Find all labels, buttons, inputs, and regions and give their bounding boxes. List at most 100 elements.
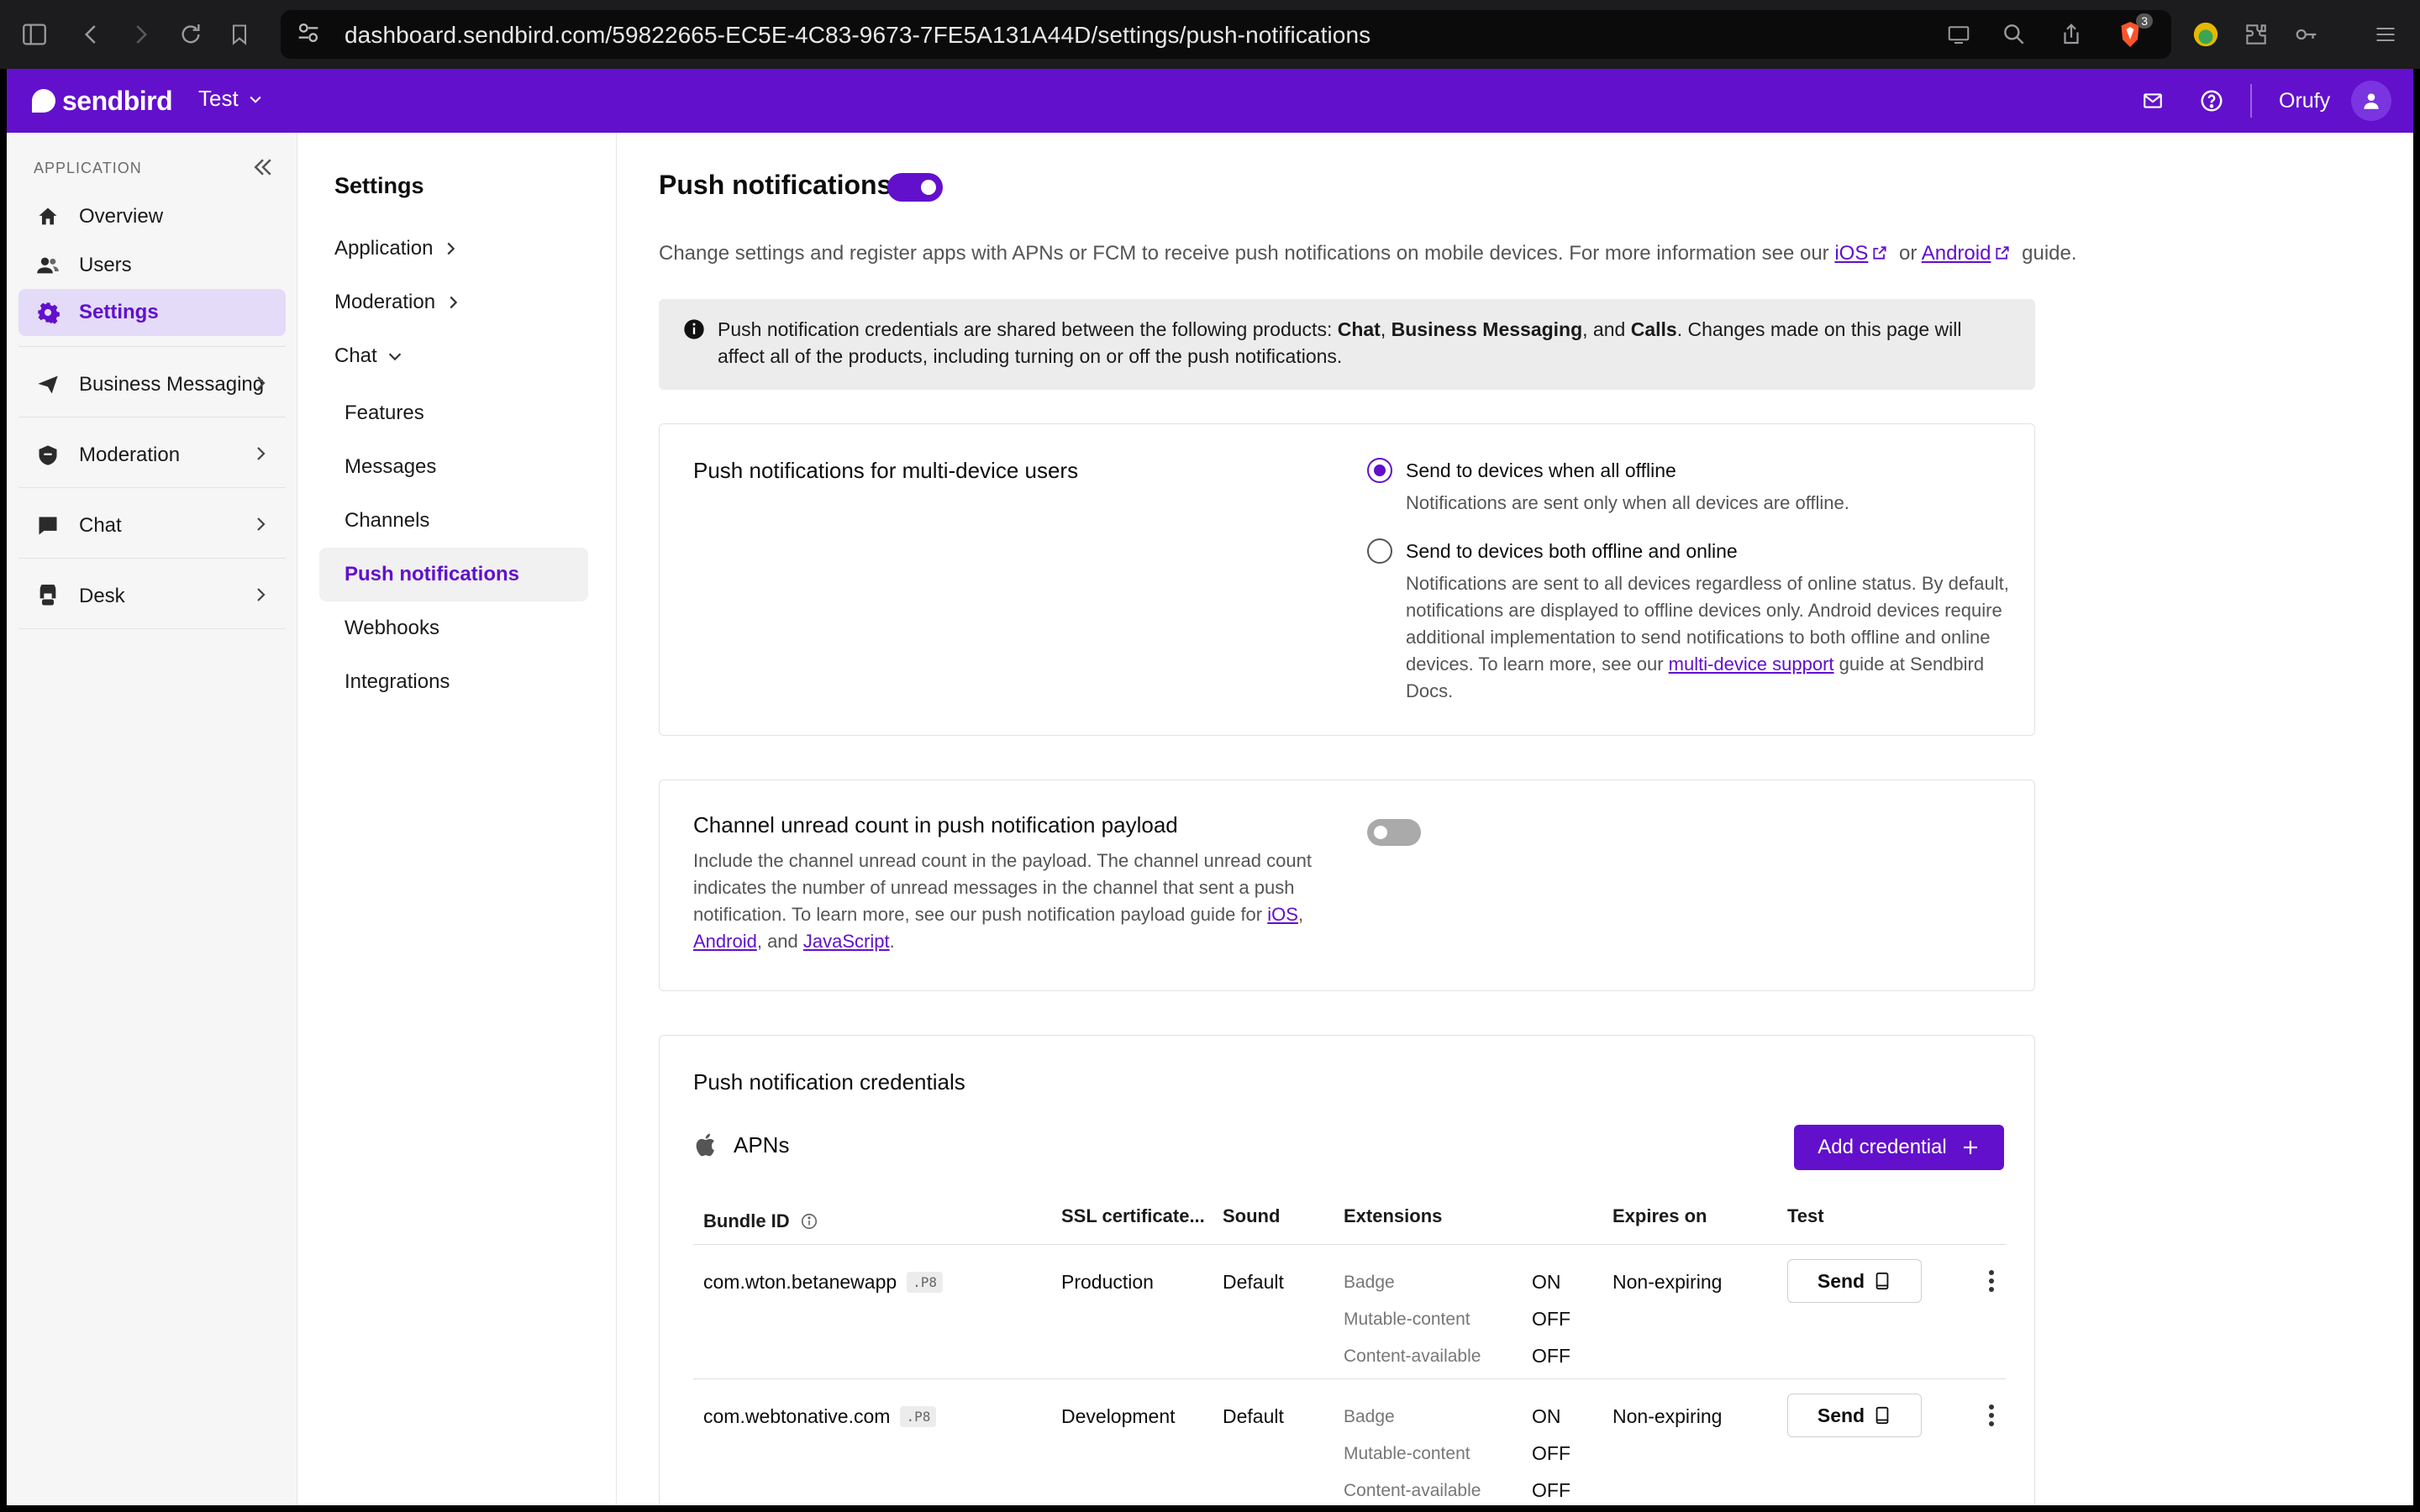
unread-count-toggle[interactable] bbox=[1367, 819, 1421, 846]
collapse-sidebar-icon[interactable] bbox=[250, 155, 281, 185]
brave-shield-icon[interactable]: 3 bbox=[2112, 13, 2153, 52]
settings-nav-channels[interactable]: Channels bbox=[319, 494, 588, 548]
add-credential-button[interactable]: Add credential bbox=[1794, 1125, 2004, 1170]
ios-payload-link[interactable]: iOS bbox=[1267, 904, 1298, 925]
settings-nav-push-notifications[interactable]: Push notifications bbox=[319, 548, 588, 601]
sidebar-item-chat[interactable]: Chat bbox=[18, 502, 286, 549]
credentials-card: Push notification credentials APNs Add c… bbox=[659, 1035, 2035, 1505]
url-text[interactable]: dashboard.sendbird.com/59822665-EC5E-4C8… bbox=[345, 22, 1370, 49]
sidebar-item-label: Moderation bbox=[79, 444, 181, 466]
sidebar-item-settings[interactable]: Settings bbox=[18, 289, 286, 336]
info-outline-icon[interactable] bbox=[800, 1212, 818, 1231]
col-header-ssl: SSL certificate... bbox=[1061, 1205, 1205, 1226]
radio-label[interactable]: Send to devices when all offline bbox=[1406, 459, 1676, 482]
unread-count-title: Channel unread count in push notificatio… bbox=[693, 812, 1178, 837]
reload-icon[interactable] bbox=[173, 17, 208, 52]
radio-send-all-offline[interactable] bbox=[1367, 458, 1392, 483]
profile-icon[interactable] bbox=[2188, 17, 2223, 52]
sidebar-item-label: Business Messaging bbox=[79, 373, 265, 396]
sidebar-item-label: Settings bbox=[79, 301, 159, 323]
alert-product: Chat bbox=[1337, 318, 1381, 340]
row-more-icon[interactable] bbox=[1979, 1399, 2004, 1432]
sidebar-item-label: Chat bbox=[79, 514, 122, 537]
menu-icon[interactable] bbox=[2368, 17, 2403, 52]
ext-value: OFF bbox=[1532, 1308, 1570, 1330]
radio-description: Notifications are sent only when all dev… bbox=[1406, 492, 1849, 513]
unread-count-card: Channel unread count in push notificatio… bbox=[659, 780, 2035, 991]
unread-description-text: . bbox=[889, 931, 895, 952]
settings-nav-application[interactable]: Application bbox=[334, 237, 460, 260]
desk-icon bbox=[34, 582, 62, 611]
avatar[interactable] bbox=[2351, 81, 2391, 121]
multi-device-title: Push notifications for multi-device user… bbox=[693, 458, 1079, 483]
sidebar-item-business-messaging[interactable]: Business Messaging bbox=[18, 361, 286, 408]
ios-guide-link[interactable]: iOS bbox=[1834, 242, 1868, 265]
send-label: Send bbox=[1817, 1404, 1865, 1426]
settings-nav-integrations[interactable]: Integrations bbox=[319, 655, 588, 709]
site-settings-icon[interactable] bbox=[294, 18, 328, 52]
user-name[interactable]: Orufy bbox=[2279, 89, 2330, 113]
radio-label[interactable]: Send to devices both offline and online bbox=[1406, 540, 1738, 563]
help-icon[interactable] bbox=[2195, 84, 2228, 118]
unread-description-text: , bbox=[1297, 904, 1304, 925]
javascript-payload-link[interactable]: JavaScript bbox=[803, 931, 890, 952]
sidebar-toggle-icon[interactable] bbox=[17, 17, 52, 52]
sendbird-logo[interactable]: sendbird bbox=[32, 84, 173, 118]
home-icon bbox=[34, 202, 62, 231]
settings-nav-features[interactable]: Features bbox=[319, 386, 588, 440]
sound-value: Default bbox=[1223, 1405, 1284, 1427]
push-notifications-toggle[interactable] bbox=[887, 173, 943, 202]
sound-value: Default bbox=[1223, 1271, 1284, 1293]
sidebar-section-label: APPLICATION bbox=[34, 160, 142, 176]
device-icon bbox=[1876, 1272, 1889, 1290]
col-header-bundle-id: Bundle ID bbox=[703, 1210, 818, 1232]
alert-text: Push notification credentials are shared… bbox=[718, 316, 2012, 370]
sidebar-item-overview[interactable]: Overview bbox=[18, 193, 286, 240]
page-description: Change settings and register apps with A… bbox=[659, 242, 2339, 265]
address-bar[interactable]: dashboard.sendbird.com/59822665-EC5E-4C8… bbox=[281, 10, 2171, 59]
row-more-icon[interactable] bbox=[1979, 1264, 2004, 1298]
share-icon[interactable] bbox=[2054, 17, 2089, 52]
device-icon bbox=[1876, 1406, 1889, 1425]
sendbird-logo-icon bbox=[32, 89, 55, 113]
bundle-id: com.webtonative.com bbox=[703, 1405, 891, 1427]
back-icon[interactable] bbox=[74, 17, 109, 52]
settings-nav-chat[interactable]: Chat bbox=[334, 344, 404, 368]
ext-name: Badge bbox=[1344, 1407, 1395, 1426]
ext-name: Content-available bbox=[1344, 1347, 1481, 1366]
mail-icon[interactable] bbox=[2136, 84, 2170, 118]
ext-value: OFF bbox=[1532, 1479, 1570, 1501]
forward-icon[interactable] bbox=[123, 17, 158, 52]
user-icon bbox=[2364, 93, 2379, 109]
multi-device-support-link[interactable]: multi-device support bbox=[1669, 654, 1834, 675]
radio-send-offline-online[interactable] bbox=[1367, 538, 1392, 564]
sidebar-item-users[interactable]: Users bbox=[18, 242, 286, 289]
ssl-value: Production bbox=[1061, 1271, 1154, 1293]
settings-nav-webhooks[interactable]: Webhooks bbox=[319, 601, 588, 655]
credential-type-badge: .P8 bbox=[907, 1272, 944, 1293]
topbar-divider bbox=[2250, 84, 2252, 118]
send-test-button[interactable]: Send bbox=[1787, 1259, 1922, 1303]
description-text: guide. bbox=[2016, 242, 2077, 265]
zoom-icon[interactable] bbox=[1996, 17, 2032, 52]
android-guide-link[interactable]: Android bbox=[1922, 242, 1991, 265]
android-payload-link[interactable]: Android bbox=[693, 931, 757, 952]
apple-icon bbox=[696, 1133, 714, 1157]
chevron-right-icon bbox=[450, 296, 458, 309]
application-switcher[interactable]: Test bbox=[198, 86, 264, 112]
bundle-id: com.wton.betanewapp bbox=[703, 1271, 897, 1293]
sidebar-item-moderation[interactable]: Moderation bbox=[18, 432, 286, 479]
extensions-icon[interactable] bbox=[2238, 17, 2274, 52]
settings-nav-messages[interactable]: Messages bbox=[319, 440, 588, 494]
cast-icon[interactable] bbox=[1941, 17, 1976, 52]
password-key-icon[interactable] bbox=[2289, 17, 2324, 52]
provider-name: APNs bbox=[734, 1131, 790, 1158]
bookmark-icon[interactable] bbox=[222, 17, 257, 52]
ssl-value: Development bbox=[1061, 1405, 1176, 1427]
settings-nav-moderation[interactable]: Moderation bbox=[334, 291, 462, 314]
plus-icon bbox=[1963, 1141, 1977, 1154]
sidebar-item-desk[interactable]: Desk bbox=[18, 573, 286, 620]
send-test-button[interactable]: Send bbox=[1787, 1394, 1922, 1437]
unread-count-description: Include the channel unread count in the … bbox=[693, 848, 1315, 955]
chevron-down-icon bbox=[250, 96, 261, 103]
